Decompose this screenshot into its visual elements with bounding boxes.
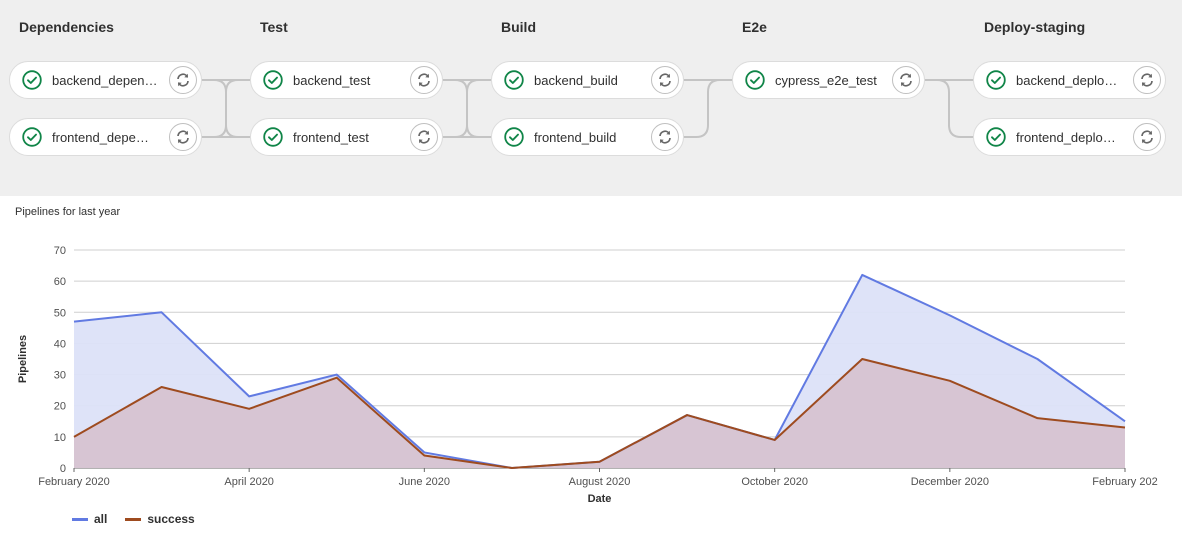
check-circle-icon [504,127,524,147]
retry-icon [1141,73,1153,87]
job-name: frontend_build [534,129,617,145]
job-name: backend_test [293,72,371,88]
y-tick-label: 50 [54,307,66,319]
x-axis-label: Date [588,493,612,505]
retry-button[interactable] [169,123,197,151]
stage-title-build: Build [501,19,536,35]
connector-line [443,79,491,138]
job-backend-deploy[interactable]: backend_deplo… [973,61,1166,99]
retry-icon [418,73,430,87]
job-cypress-e2e-test[interactable]: cypress_e2e_test [732,61,925,99]
check-circle-icon [22,127,42,147]
check-circle-icon [986,70,1006,90]
stage-title-dependencies: Dependencies [19,19,114,35]
y-tick-label: 30 [54,370,66,382]
retry-button[interactable] [1133,123,1161,151]
job-name: backend_build [534,72,618,88]
stage-title-test: Test [260,19,288,35]
x-tick-label: December 2020 [911,476,989,488]
connector-line [684,79,732,138]
job-frontend-build[interactable]: frontend_build [491,118,684,156]
retry-icon [177,73,189,87]
legend-item-all[interactable]: all [72,512,107,526]
x-tick-label: October 2020 [741,476,808,488]
job-backend-build[interactable]: backend_build [491,61,684,99]
job-name: frontend_deplo… [1016,129,1116,145]
check-circle-icon [22,70,42,90]
y-tick-label: 40 [54,338,66,350]
check-circle-icon [263,127,283,147]
job-frontend-dependencies[interactable]: frontend_depe… [9,118,202,156]
retry-icon [1141,130,1153,144]
connector-line [202,79,250,138]
job-name: backend_depen… [52,72,158,88]
job-name: cypress_e2e_test [775,72,877,88]
retry-button[interactable] [1133,66,1161,94]
x-tick-label: June 2020 [399,476,450,488]
y-tick-label: 60 [54,276,66,288]
legend-label: success [147,512,195,526]
y-tick-label: 20 [54,401,66,413]
retry-icon [418,130,430,144]
retry-button[interactable] [651,66,679,94]
retry-button[interactable] [892,66,920,94]
y-tick-label: 0 [60,463,66,475]
retry-icon [177,130,189,144]
retry-button[interactable] [410,123,438,151]
legend-label: all [94,512,108,526]
chart-legend: all success [72,512,213,526]
retry-button[interactable] [410,66,438,94]
x-tick-label: February 202 [1092,476,1157,488]
retry-button[interactable] [651,123,679,151]
retry-icon [659,130,671,144]
retry-button[interactable] [169,66,197,94]
pipelines-area-chart: 0 10 20 30 40 50 60 70 February 2020 April 2020 Ju… [17,245,1158,505]
check-circle-icon [504,70,524,90]
legend-swatch [125,517,142,521]
y-tick-label: 10 [54,432,66,444]
job-name: backend_deplo… [1016,72,1118,88]
check-circle-icon [745,70,765,90]
x-tick-label: April 2020 [224,476,274,488]
job-frontend-deploy[interactable]: frontend_deplo… [973,118,1166,156]
stage-title-deploy-staging: Deploy-staging [984,19,1086,35]
check-circle-icon [263,70,283,90]
legend-item-success[interactable]: success [125,512,195,526]
connector-line [925,79,973,138]
x-tick-label: February 2020 [38,476,110,488]
pipeline-graph: Dependencies Test Build E2e Deploy-stagi… [0,0,1182,196]
legend-swatch [72,517,88,521]
y-axis-label: Pipelines [17,335,29,383]
job-name: frontend_depe… [52,129,149,145]
y-tick-label: 70 [54,245,66,257]
job-backend-dependencies[interactable]: backend_depen… [9,61,202,99]
stage-title-e2e: E2e [742,19,767,35]
retry-icon [900,73,912,87]
check-circle-icon [986,127,1006,147]
job-backend-test[interactable]: backend_test [250,61,443,99]
retry-icon [659,73,671,87]
job-frontend-test[interactable]: frontend_test [250,118,443,156]
x-tick-label: August 2020 [569,476,631,488]
job-name: frontend_test [293,129,369,145]
